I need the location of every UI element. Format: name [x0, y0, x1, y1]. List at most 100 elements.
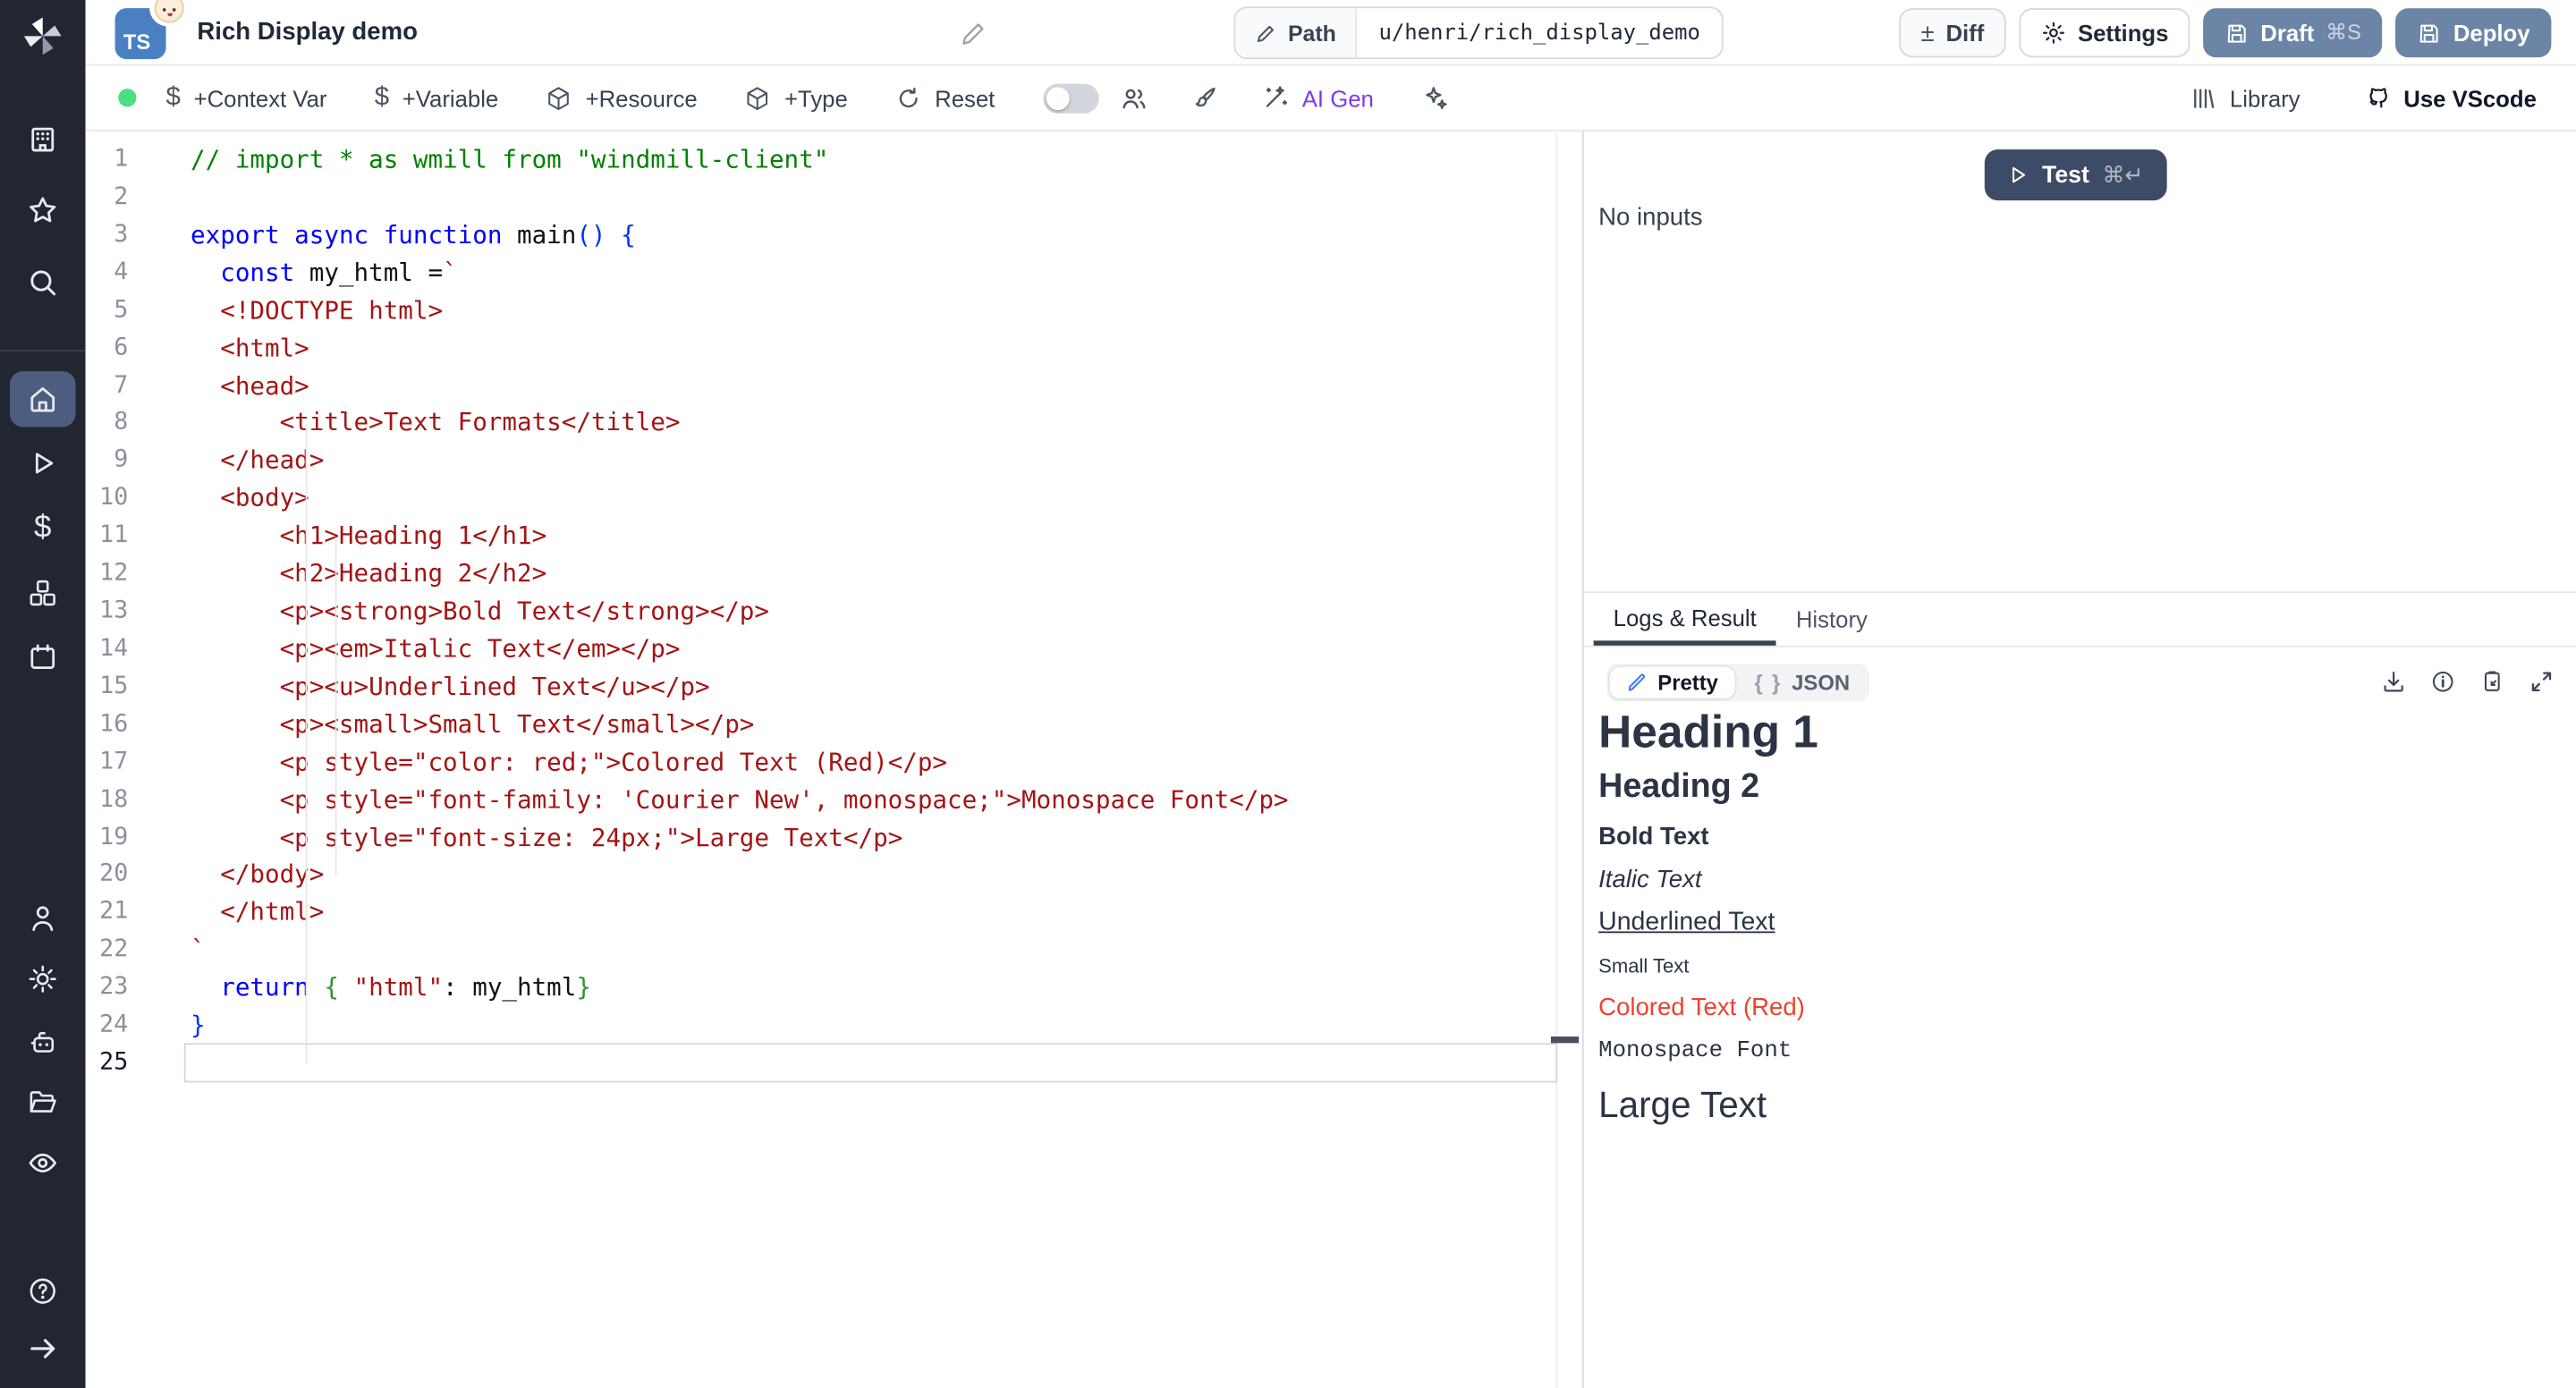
line-number: 10: [86, 480, 191, 518]
path-field[interactable]: Path u/henri/rich_display_demo: [1233, 6, 1723, 59]
code-text: <html>: [191, 329, 309, 367]
line-number: 14: [86, 631, 191, 668]
expand-icon[interactable]: [2529, 669, 2555, 695]
robot-icon: [26, 1025, 59, 1058]
add-variable-button[interactable]: $ +Variable: [375, 83, 499, 113]
editor-line[interactable]: 4 const my_html =`: [86, 254, 1556, 292]
use-vscode-button[interactable]: Use VScode: [2362, 84, 2537, 112]
code-text: <h1>Heading 1</h1>: [191, 518, 547, 555]
draft-button[interactable]: Draft ⌘S: [2203, 8, 2383, 57]
app-window: $ TS Rich Di: [0, 0, 2576, 1388]
line-number: 23: [86, 969, 191, 1007]
code-text: </html>: [191, 894, 324, 932]
help-icon: [26, 1274, 59, 1308]
copy-result-icon[interactable]: [2479, 669, 2505, 695]
code-text: <p style="color: red;">Colored Text (Red…: [191, 744, 947, 782]
sidebar-item-variables[interactable]: $: [10, 499, 75, 554]
sidebar-item-expand[interactable]: [10, 1321, 75, 1376]
code-text: <body>: [191, 480, 309, 518]
arrow-right-icon: [26, 1333, 59, 1366]
sidebar-item-users[interactable]: [10, 891, 75, 946]
sparkles-icon[interactable]: [1421, 84, 1449, 112]
sidebar-item-home[interactable]: [10, 371, 75, 427]
dollar-icon: $: [375, 83, 389, 113]
code-editor[interactable]: 1// import * as wmill from "windmill-cli…: [86, 131, 1558, 1388]
page-title: Rich Display demo: [197, 18, 417, 46]
deploy-button[interactable]: Deploy: [2396, 8, 2552, 57]
code-text: }: [191, 1007, 206, 1045]
editor-line[interactable]: 5 <!DOCTYPE html>: [86, 292, 1556, 329]
code-text: // import * as wmill from "windmill-clie…: [191, 141, 828, 179]
tab-history[interactable]: History: [1776, 593, 1887, 646]
json-option[interactable]: { } JSON: [1738, 666, 1867, 698]
code-text: export async function main() {: [191, 216, 636, 254]
editor-line[interactable]: 2: [86, 179, 1556, 216]
diff-button[interactable]: ± Diff: [1900, 8, 2006, 57]
blocks-icon: [26, 577, 59, 610]
ai-gen-button[interactable]: AI Gen: [1261, 84, 1374, 112]
sidebar-divider: [0, 350, 86, 351]
sidebar-item-workspace[interactable]: [10, 112, 75, 167]
edit-title-icon[interactable]: [960, 20, 987, 55]
code-text: </body>: [191, 857, 324, 894]
editor-line[interactable]: 6 <html>: [86, 329, 1556, 367]
path-label: Path: [1288, 21, 1336, 46]
pretty-option[interactable]: Pretty: [1610, 666, 1734, 698]
collaborators-button[interactable]: [1118, 83, 1148, 113]
path-value[interactable]: u/henri/rich_display_demo: [1358, 8, 1722, 57]
sidebar-item-audit-logs[interactable]: [10, 1135, 75, 1190]
sidebar-item-settings[interactable]: [10, 951, 75, 1006]
sidebar-item-help[interactable]: [10, 1263, 75, 1318]
tab-logs-result[interactable]: Logs & Result: [1594, 593, 1776, 646]
line-number: 5: [86, 292, 191, 329]
refresh-icon: [895, 85, 921, 111]
sidebar-item-favorites[interactable]: [10, 182, 75, 238]
sidebar-item-workers[interactable]: [10, 1013, 75, 1069]
add-resource-button[interactable]: +Resource: [547, 85, 698, 111]
indent-guide: [335, 537, 337, 876]
search-icon: [26, 267, 59, 300]
download-result-icon[interactable]: [2380, 669, 2406, 695]
test-button[interactable]: Test ⌘↵: [1985, 149, 2166, 200]
result-tabs: Logs & Result History: [1584, 593, 2576, 647]
format-button[interactable]: [1191, 84, 1218, 112]
sidebar-item-search[interactable]: [10, 255, 75, 310]
top-bar: TS Rich Display demo Path u/henri/rich_d…: [86, 0, 2576, 65]
line-number: 4: [86, 254, 191, 292]
code-text: <p style="font-family: 'Courier New', mo…: [191, 782, 1288, 819]
add-context-var-button[interactable]: $ +Context Var: [166, 83, 327, 113]
code-text: return { "html": my_html}: [191, 969, 591, 1007]
sidebar-item-folders[interactable]: [10, 1074, 75, 1130]
overview-ruler-cursor: [1551, 1037, 1579, 1043]
editor-line[interactable]: 7 <head>: [86, 368, 1556, 405]
result-block-italic: Italic Text: [1598, 862, 2535, 897]
sidebar-item-resources[interactable]: [10, 565, 75, 621]
sidebar: $: [0, 0, 86, 1388]
diff-icon: ±: [1920, 21, 1934, 46]
settings-button[interactable]: Settings: [2019, 8, 2190, 57]
test-shortcut: ⌘↵: [2103, 162, 2144, 188]
line-number: 21: [86, 894, 191, 932]
sidebar-item-schedules[interactable]: [10, 629, 75, 684]
editor-toolbar: $ +Context Var $ +Variable +Resource +Ty…: [86, 65, 2576, 131]
diff-mode-toggle[interactable]: [1043, 83, 1098, 113]
sidebar-item-runs[interactable]: [10, 436, 75, 491]
add-type-button[interactable]: +Type: [745, 85, 848, 111]
library-button[interactable]: Library: [2190, 85, 2301, 111]
reset-button[interactable]: Reset: [895, 85, 995, 111]
info-icon[interactable]: [2430, 669, 2456, 695]
line-number: 24: [86, 1007, 191, 1045]
brush-icon: [1191, 84, 1218, 112]
line-number: 20: [86, 857, 191, 894]
code-text: </head>: [191, 443, 324, 480]
wand-icon: [1261, 84, 1289, 112]
result-toolbar: Pretty { } JSON: [1584, 660, 2576, 703]
library-icon: [2190, 85, 2216, 111]
line-number: 15: [86, 668, 191, 706]
windmill-logo-icon[interactable]: [21, 15, 64, 58]
folder-open-icon: [26, 1086, 59, 1119]
users-icon: [1118, 83, 1148, 113]
editor-line[interactable]: 1// import * as wmill from "windmill-cli…: [86, 141, 1556, 179]
editor-line[interactable]: 3export async function main() {: [86, 216, 1556, 254]
play-icon: [2007, 165, 2029, 186]
